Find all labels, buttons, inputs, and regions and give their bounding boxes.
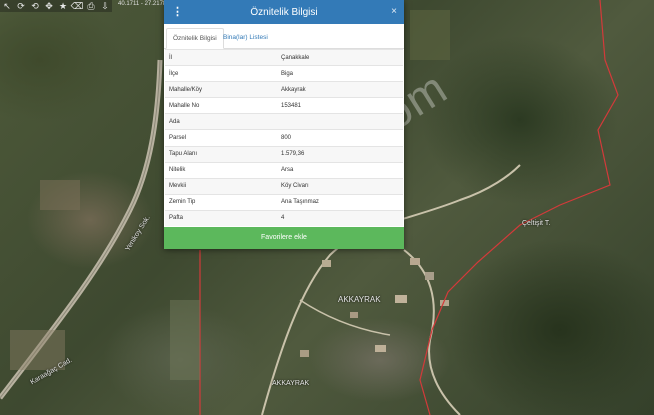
row-value: Akkayrak [277,81,403,98]
row-key: Ada [165,113,277,130]
row-value [277,113,403,130]
row-value: Çanakkale [277,48,403,66]
coordinate-readout: 40.1711 - 27.2178 [118,1,167,7]
row-key: Mahalle/Köy [165,81,277,98]
map-toolbar: ↖ ⟳ ⟲ ✥ ★ ⌫ ⎙ ⇩ [0,0,112,12]
table-row: Ada [165,113,403,130]
map-village-label: AKKAYRAK [272,380,310,387]
table-row: İlçe Biga [165,65,403,82]
print-icon[interactable]: ⎙ [84,0,98,12]
attribute-table: İl Çanakkale İlçe Biga Mahalle/Köy Akkayrak… [165,48,403,227]
panel-tabs: Öznitelik Bilgisi Bina(lar) Listesi [164,24,404,49]
star-icon[interactable]: ★ [56,0,70,12]
map-place-label: Çeltişit T. [522,220,551,227]
eraser-icon[interactable]: ⌫ [70,0,84,12]
row-value: 1.579,36 [277,145,403,163]
attribute-panel: ⋮ Öznitelik Bilgisi × Öznitelik Bilgisi … [164,0,404,249]
tab-attribute-info[interactable]: Öznitelik Bilgisi [166,28,224,49]
row-key: Nitelik [165,161,277,179]
table-row: Parsel 800 [165,129,403,147]
row-key: İlçe [165,65,277,82]
cursor-icon[interactable]: ↖ [0,0,14,12]
row-value: Köy Civarı [277,177,403,195]
move-icon[interactable]: ✥ [42,0,56,12]
table-row: İl Çanakkale [165,48,403,66]
table-row: Mevkii Köy Civarı [165,177,403,195]
row-value: Arsa [277,161,403,179]
close-icon[interactable]: × [391,6,397,17]
row-key: Mevkii [165,177,277,195]
panel-header: ⋮ Öznitelik Bilgisi × [164,0,404,24]
map-village-label: AKKAYRAK [338,295,381,304]
table-row: Tapu Alanı 1.579,36 [165,145,403,163]
table-row: Mahalle No 153481 [165,97,403,114]
table-row: Nitelik Arsa [165,161,403,179]
row-value: Biga [277,65,403,82]
add-to-favorites-button[interactable]: Favorilere ekle [164,227,404,249]
row-key: Zemin Tip [165,193,277,211]
rotate-left-icon[interactable]: ⟲ [28,0,42,12]
boundary-line [419,0,619,415]
tab-building-list[interactable]: Bina(lar) Listesi [217,28,274,47]
row-key: Tapu Alanı [165,145,277,163]
row-value: 800 [277,129,403,147]
export-icon[interactable]: ⇩ [98,0,112,12]
row-key: İl [165,48,277,66]
table-row: Zemin Tip Ana Taşınmaz [165,193,403,211]
row-key: Parsel [165,129,277,147]
row-key: Mahalle No [165,97,277,114]
table-row: Pafta 4 [165,209,403,227]
rotate-right-icon[interactable]: ⟳ [14,0,28,12]
panel-title: Öznitelik Bilgisi [250,7,318,18]
row-value: Ana Taşınmaz [277,193,403,211]
row-key: Pafta [165,209,277,227]
row-value: 4 [277,209,403,227]
table-row: Mahalle/Köy Akkayrak [165,81,403,98]
row-value: 153481 [277,97,403,114]
